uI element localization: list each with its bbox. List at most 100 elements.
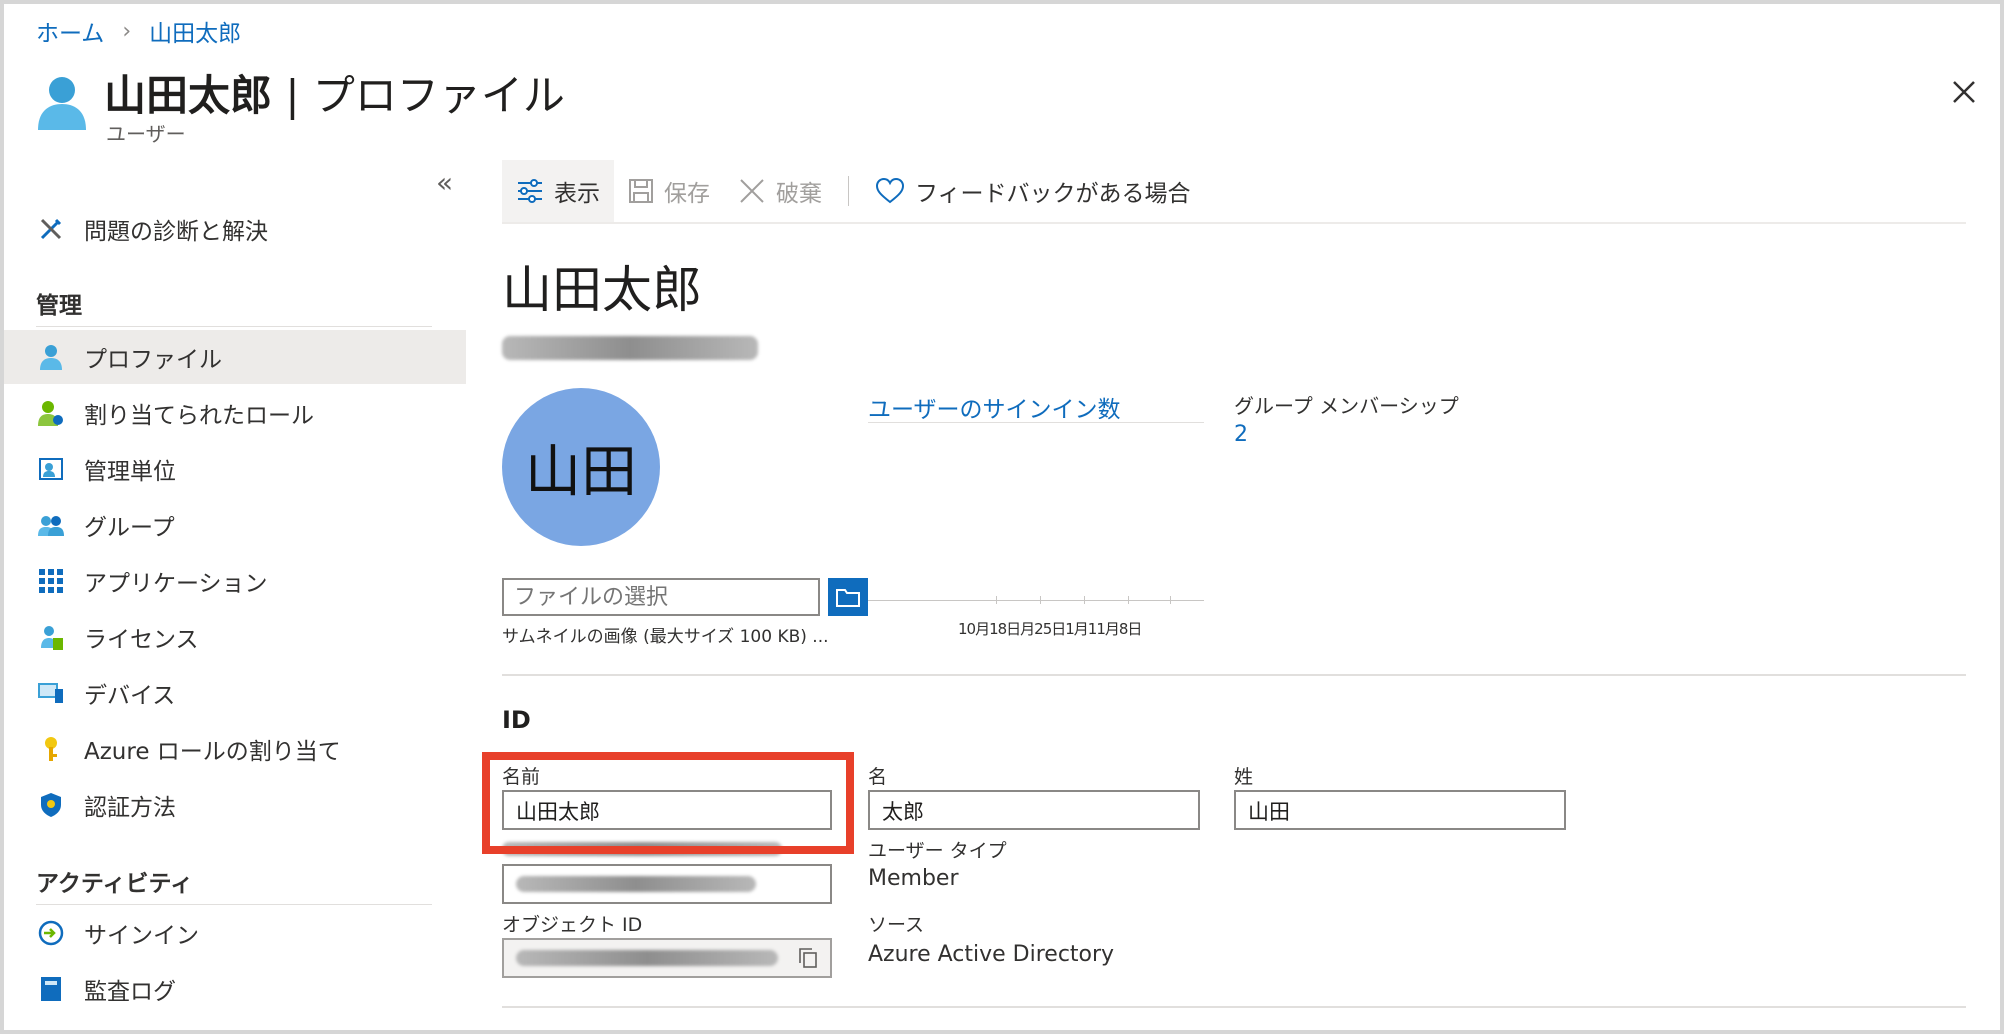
sidebar-item-devices[interactable]: デバイス — [4, 666, 466, 720]
avatar: 山田 — [502, 388, 660, 546]
user-principal-name-field[interactable] — [502, 864, 832, 904]
chevron-right-icon: › — [122, 18, 132, 44]
feedback-button[interactable]: フィードバックがある場合 — [861, 160, 1205, 222]
sidebar-item-label: 認証方法 — [84, 795, 176, 821]
chart-tick — [1040, 596, 1041, 604]
thumbnail-note: サムネイルの画像 (最大サイズ 100 KB) ... — [502, 627, 829, 647]
sign-in-icon — [38, 920, 64, 946]
signin-chart-axis — [868, 600, 1204, 601]
breadcrumb-home[interactable]: ホーム — [36, 14, 104, 48]
sidebar-item-label: ライセンス — [84, 627, 199, 653]
sidebar-item-label: 管理単位 — [84, 459, 176, 485]
sidebar-item-label: 問題の診断と解決 — [84, 219, 268, 245]
sign-in-count-link[interactable]: ユーザーのサインイン数 — [868, 390, 1121, 424]
group-icon — [38, 512, 64, 538]
group-membership-count[interactable]: 2 — [1234, 422, 1248, 447]
breadcrumb-current[interactable]: 山田太郎 — [149, 14, 241, 48]
chart-tick — [996, 596, 997, 604]
sidebar-item-label: プロファイル — [84, 347, 222, 373]
source-label: ソース — [868, 914, 925, 936]
save-label: 保存 — [664, 181, 710, 207]
view-button[interactable]: 表示 — [502, 160, 614, 222]
view-label: 表示 — [554, 181, 600, 207]
wrench-icon — [38, 216, 64, 242]
save-button[interactable]: 保存 — [614, 160, 724, 222]
section-divider — [502, 1006, 1966, 1008]
user-role-icon — [38, 400, 64, 426]
file-select-input[interactable] — [502, 578, 820, 616]
discard-button[interactable]: 破棄 — [724, 160, 836, 222]
admin-unit-icon — [38, 456, 64, 482]
first-name-field[interactable]: 太郎 — [868, 790, 1200, 830]
chart-tick-labels: 10月18日月25日1月11月8日 — [958, 620, 1142, 638]
avatar-initials: 山田 — [525, 439, 637, 505]
chart-tick — [1170, 596, 1171, 604]
signin-divider — [868, 422, 1204, 423]
sliders-icon — [518, 179, 542, 203]
chart-tick — [1084, 596, 1085, 604]
user-type-value: Member — [868, 866, 959, 891]
identity-section-title: ID — [502, 706, 531, 734]
sidebar-item-auth-methods[interactable]: 認証方法 — [4, 778, 466, 832]
sidebar-item-label: グループ — [84, 515, 175, 541]
toolbar-divider — [502, 222, 1966, 224]
command-bar: 表示 保存 破棄 フィードバックがある場合 — [502, 160, 1205, 222]
source-link[interactable]: Azure Active Directory — [868, 942, 1114, 967]
page-subtitle: ユーザー — [106, 122, 186, 146]
toolbar-separator — [848, 176, 849, 206]
shield-icon — [38, 792, 64, 818]
sidebar-divider — [36, 326, 432, 327]
sidebar-item-troubleshoot[interactable]: 問題の診断と解決 — [4, 202, 466, 256]
object-id-label: オブジェクト ID — [502, 914, 643, 936]
sidebar-item-azure-roles[interactable]: Azure ロールの割り当て — [4, 722, 466, 776]
sidebar-item-admin-units[interactable]: 管理単位 — [4, 442, 466, 496]
annotation-highlight-box — [482, 752, 854, 854]
user-icon — [38, 77, 86, 130]
sidebar-item-profile[interactable]: プロファイル — [4, 330, 466, 384]
close-icon — [740, 179, 764, 203]
redacted-principal-name — [502, 336, 758, 360]
redacted-object-id — [516, 950, 778, 966]
device-icon — [38, 680, 64, 706]
folder-icon — [836, 589, 860, 607]
copy-icon[interactable] — [798, 947, 818, 969]
heart-icon — [875, 177, 905, 204]
user-display-name: 山田太郎 — [502, 261, 702, 319]
section-divider — [502, 674, 1966, 676]
sidebar-section-manage: 管理 — [36, 293, 82, 319]
browse-file-button[interactable] — [828, 578, 868, 616]
save-icon — [629, 179, 653, 203]
grid-icon — [38, 568, 64, 594]
redacted-upn-value — [516, 876, 756, 892]
sidebar-item-licenses[interactable]: ライセンス — [4, 610, 466, 664]
sidebar-item-label: Azure ロールの割り当て — [84, 739, 341, 765]
user-type-label: ユーザー タイプ — [868, 840, 1007, 862]
sidebar-item-applications[interactable]: アプリケーション — [4, 554, 466, 608]
page-title-name: 山田太郎 — [104, 71, 273, 120]
first-name-label: 名 — [868, 766, 888, 788]
sidebar-section-activity: アクティビティ — [36, 871, 194, 897]
feedback-label: フィードバックがある場合 — [915, 181, 1191, 207]
page-title: 山田太郎 | プロファイル — [104, 62, 565, 123]
discard-label: 破棄 — [776, 181, 822, 207]
log-book-icon — [38, 976, 64, 1002]
object-id-field[interactable] — [502, 938, 832, 978]
sidebar-item-label: 監査ログ — [84, 979, 176, 1005]
last-name-field[interactable]: 山田 — [1234, 790, 1566, 830]
sidebar-divider — [36, 904, 432, 905]
sidebar-item-label: デバイス — [84, 683, 176, 709]
sidebar-item-groups[interactable]: グループ — [4, 498, 466, 552]
group-membership-label: グループ メンバーシップ — [1234, 394, 1459, 418]
collapse-sidebar-button[interactable]: « — [436, 166, 453, 199]
sidebar-item-signins[interactable]: サインイン — [4, 906, 466, 960]
sidebar-item-label: 割り当てられたロール — [84, 403, 314, 429]
user-icon — [38, 344, 64, 370]
license-icon — [38, 624, 64, 650]
last-name-label: 姓 — [1234, 766, 1254, 788]
sidebar-item-label: サインイン — [84, 923, 199, 949]
key-icon — [38, 736, 64, 762]
sidebar-item-assigned-roles[interactable]: 割り当てられたロール — [4, 386, 466, 440]
close-icon[interactable] — [1946, 74, 1982, 110]
chart-tick — [1128, 596, 1129, 604]
sidebar-item-audit-logs[interactable]: 監査ログ — [4, 962, 466, 1016]
